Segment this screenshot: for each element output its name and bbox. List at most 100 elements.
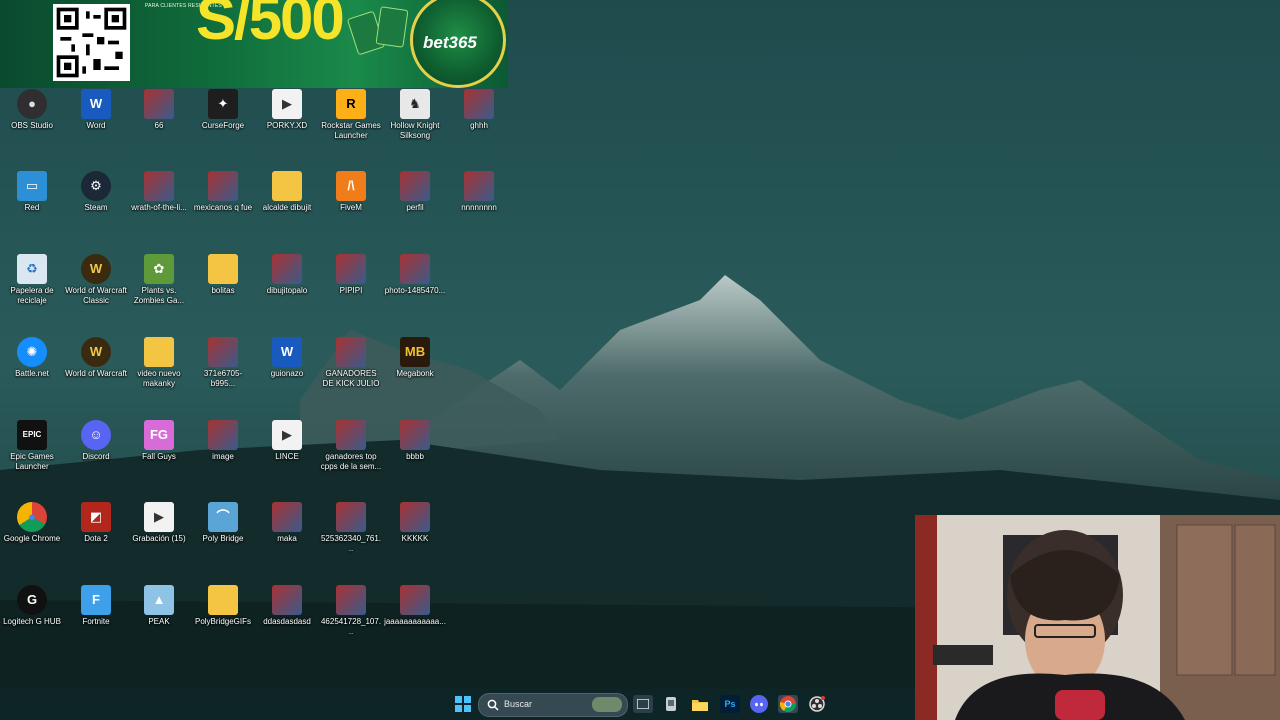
desktop-icon[interactable]: ▶ PORKY.XD xyxy=(255,89,319,131)
desktop-icon[interactable]: 371e6705-b995... xyxy=(191,337,255,389)
desktop-icon-label: PolyBridgeGIFs xyxy=(194,617,252,626)
desktop-icon[interactable]: maka xyxy=(255,502,319,544)
desktop-icon[interactable]: ⌒ Poly Bridge xyxy=(191,502,255,544)
desktop-icon[interactable]: MB Megabonk xyxy=(383,337,447,379)
folder-icon[interactable] xyxy=(690,695,710,713)
discord-icon[interactable] xyxy=(749,695,769,713)
desktop-icon[interactable]: F Fortnite xyxy=(64,585,128,627)
desktop-icon-label: Papelera de reciclaje xyxy=(10,286,54,305)
poly-bridge-icon: ⌒ xyxy=(208,502,238,532)
desktop-icon[interactable]: ● OBS Studio xyxy=(0,89,64,131)
desktop-icon[interactable]: ◩ Dota 2 xyxy=(64,502,128,544)
taskbar-search[interactable]: Buscar xyxy=(478,693,628,717)
desktop-icon[interactable]: FG Fall Guys xyxy=(127,420,191,462)
start-icon[interactable] xyxy=(453,695,473,713)
desktop-icon[interactable]: ▭ Red xyxy=(0,171,64,213)
image-thumbnail-icon xyxy=(400,502,430,532)
desktop-icon-label: 462541728_107... xyxy=(320,617,382,636)
desktop-icon[interactable]: W World of Warcraft xyxy=(64,337,128,379)
folder-icon xyxy=(144,337,174,367)
image-thumbnail-icon xyxy=(272,585,302,615)
megabonk-icon: MB xyxy=(400,337,430,367)
desktop-icon[interactable]: ddasdasdasd xyxy=(255,585,319,627)
image-thumbnail-icon xyxy=(144,171,174,201)
desktop-icon-label: Google Chrome xyxy=(3,534,61,543)
desktop-icon-label: Plants vs. Zombies Ga... xyxy=(133,286,185,305)
desktop-icon[interactable]: PolyBridgeGIFs xyxy=(191,585,255,627)
image-thumbnail-icon xyxy=(464,171,494,201)
desktop-icon[interactable]: ▶ Grabación (15) xyxy=(127,502,191,544)
desktop-icon[interactable]: ▶ LINCE xyxy=(255,420,319,462)
desktop-icon-label: PIPIPI xyxy=(339,286,363,295)
image-thumbnail-icon xyxy=(336,585,366,615)
photoshop-icon[interactable]: Ps xyxy=(720,695,740,713)
desktop-icon[interactable]: ▲ PEAK xyxy=(127,585,191,627)
task-view-icon[interactable] xyxy=(633,695,653,713)
desktop-icon[interactable]: G Logitech G HUB xyxy=(0,585,64,627)
desktop-icon[interactable]: PIPIPI xyxy=(319,254,383,296)
desktop-icon[interactable]: perfil xyxy=(383,171,447,213)
desktop-icon[interactable]: W Word xyxy=(64,89,128,131)
desktop-icon[interactable]: bbbb xyxy=(383,420,447,462)
desktop-icon[interactable]: W World of Warcraft Classic xyxy=(64,254,128,306)
desktop-icon[interactable]: ghhh xyxy=(447,89,511,131)
desktop-icon[interactable]: KKKKK xyxy=(383,502,447,544)
image-thumbnail-icon xyxy=(464,89,494,119)
desktop-icon[interactable]: ⚙ Steam xyxy=(64,171,128,213)
desktop-icon[interactable]: ✺ Battle.net xyxy=(0,337,64,379)
image-thumbnail-icon xyxy=(400,420,430,450)
desktop-icon[interactable]: GANADORES DE KICK JULIO xyxy=(319,337,383,389)
folder-icon xyxy=(208,585,238,615)
webcam-feed xyxy=(915,515,1280,720)
chrome-icon[interactable] xyxy=(778,695,798,713)
desktop-icon[interactable]: ♞ Hollow Knight Silksong xyxy=(383,89,447,141)
desktop-icon[interactable]: R Rockstar Games Launcher xyxy=(319,89,383,141)
bet365-chip-icon: bet365 xyxy=(410,0,506,88)
desktop-icon-label: jaaaaaaaaaaaa... xyxy=(384,617,446,626)
image-thumbnail-icon xyxy=(336,254,366,284)
desktop-icon[interactable]: image xyxy=(191,420,255,462)
desktop-icon[interactable]: ✿ Plants vs. Zombies Ga... xyxy=(127,254,191,306)
desktop-icon[interactable]: wrath-of-the-li... xyxy=(127,171,191,213)
video-file-icon: ▶ xyxy=(144,502,174,532)
desktop-icon-label: World of Warcraft xyxy=(65,369,127,378)
desktop-icon[interactable]: 525362340_761... xyxy=(319,502,383,554)
desktop-icon[interactable]: mexicanos q fue xyxy=(191,171,255,213)
desktop-icon[interactable]: /\ FiveM xyxy=(319,171,383,213)
desktop-icon[interactable]: alcalde dibujit xyxy=(255,171,319,213)
folder-icon xyxy=(272,171,302,201)
obs-icon[interactable] xyxy=(807,695,827,713)
banner-headline: S/500 xyxy=(196,0,345,52)
desktop-icon[interactable]: ganadores top cpps de la sem... xyxy=(319,420,383,472)
desktop-icon[interactable]: 462541728_107... xyxy=(319,585,383,637)
epic-games-icon: EPIC xyxy=(17,420,47,450)
bet365-banner[interactable]: PARA CLIENTES RESIDENTES S/500 bet365 xyxy=(0,0,508,88)
desktop-icon[interactable]: Wguionazo xyxy=(255,337,319,379)
search-placeholder: Buscar xyxy=(504,699,533,709)
desktop-icon[interactable]: ✦ CurseForge xyxy=(191,89,255,131)
desktop-icon[interactable]: nnnnnnnn xyxy=(447,171,511,213)
desktop-icon-label: Epic Games Launcher xyxy=(10,452,54,471)
desktop-icon[interactable]: bolitas xyxy=(191,254,255,296)
desktop-icon-label: Battle.net xyxy=(15,369,49,378)
battlenet-icon: ✺ xyxy=(17,337,47,367)
steam-icon: ⚙ xyxy=(81,171,111,201)
desktop-icon[interactable]: ☺ Discord xyxy=(64,420,128,462)
image-thumbnail-icon xyxy=(336,337,366,367)
desktop-icon[interactable]: 66 xyxy=(127,89,191,131)
desktop-icon[interactable]: dibujitopalo xyxy=(255,254,319,296)
desktop-icon[interactable]: ● Google Chrome xyxy=(0,502,64,544)
desktop-icon[interactable]: photo-1485470... xyxy=(383,254,447,296)
desktop-icon[interactable]: ♻ Papelera de reciclaje xyxy=(0,254,64,306)
desktop-icon[interactable]: jaaaaaaaaaaaa... xyxy=(383,585,447,627)
explorer-icon[interactable] xyxy=(661,695,681,713)
desktop-icon-label: mexicanos q fue xyxy=(193,203,253,212)
desktop-icon[interactable]: EPIC Epic Games Launcher xyxy=(0,420,64,472)
desktop-icon-label: Fortnite xyxy=(82,617,110,626)
desktop-icon[interactable]: video nuevo makanky xyxy=(127,337,191,389)
network-icon: ▭ xyxy=(17,171,47,201)
fivem-icon: /\ xyxy=(336,171,366,201)
desktop-icon-label: Poly Bridge xyxy=(202,534,244,543)
search-highlight-icon xyxy=(592,697,622,712)
desktop-icon-label: LINCE xyxy=(275,452,299,461)
